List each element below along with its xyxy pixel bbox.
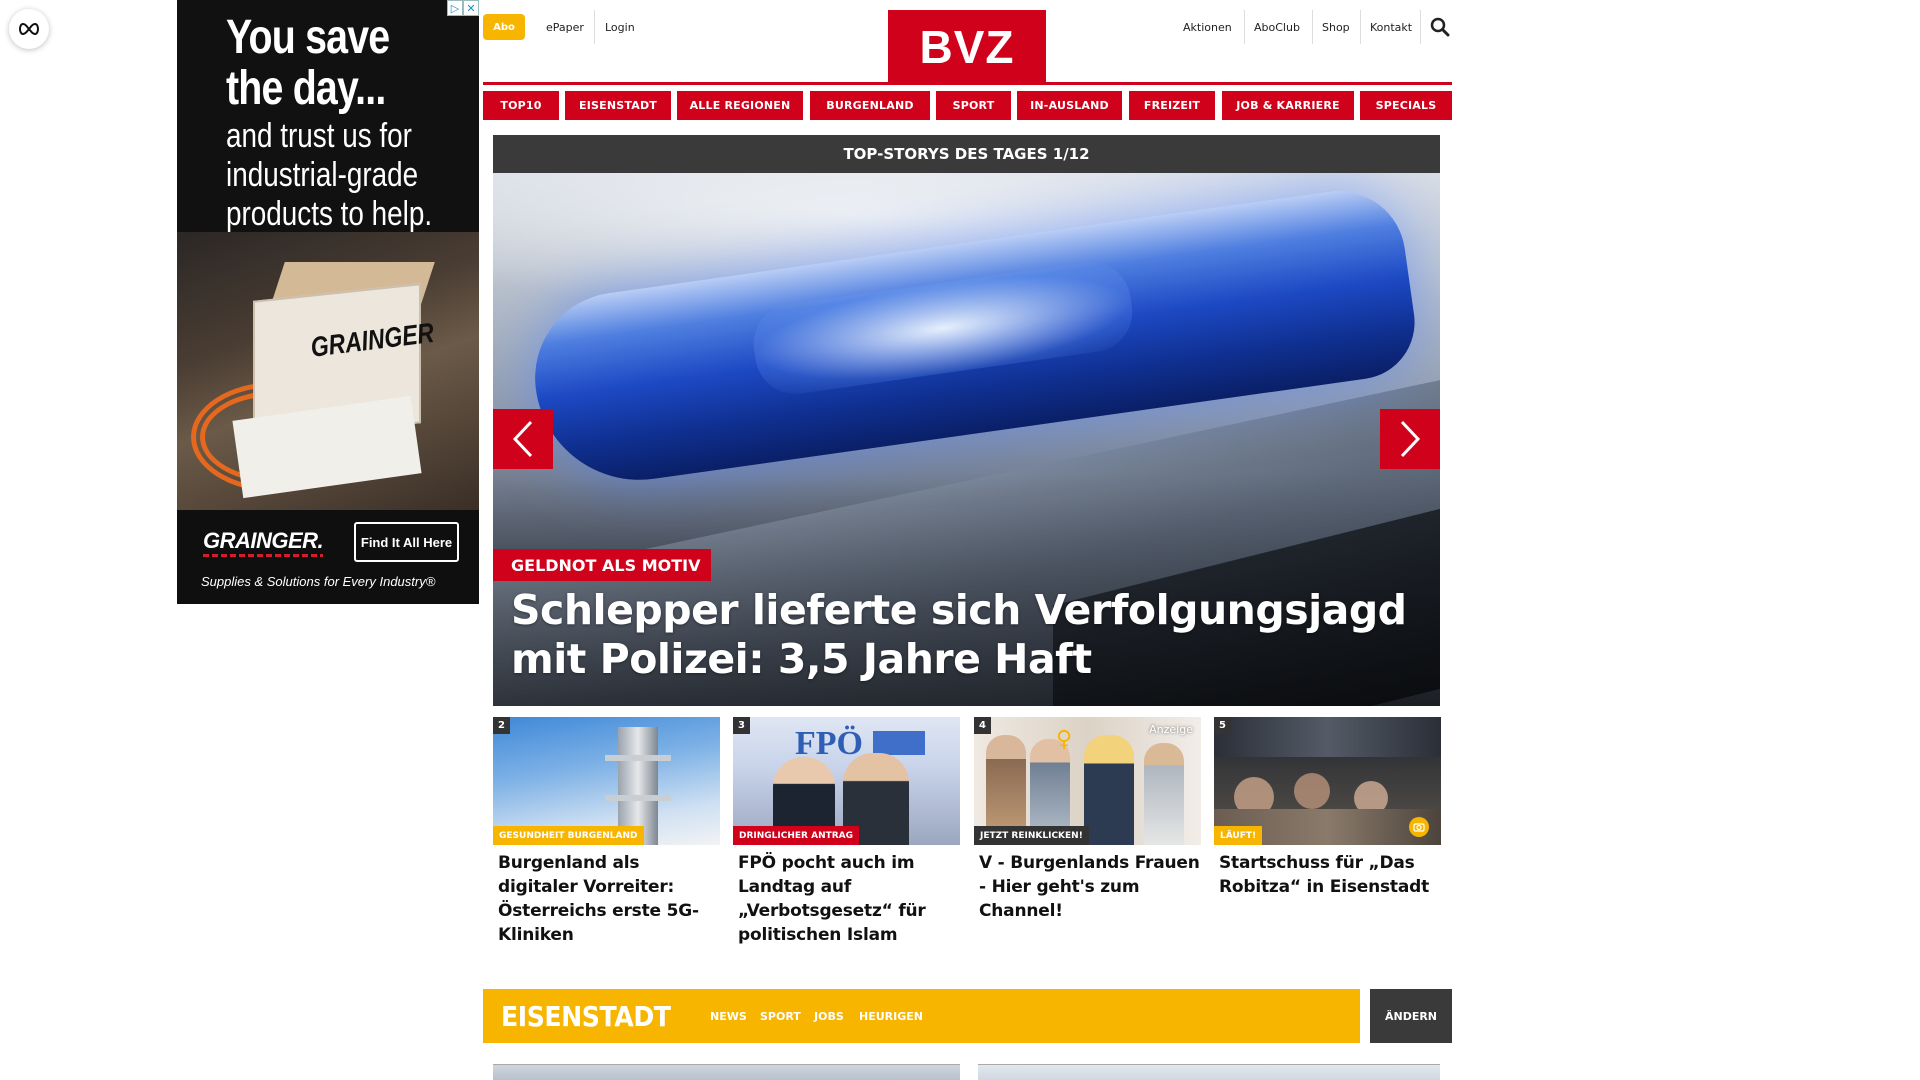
article-preview-image[interactable] [978,1064,1440,1080]
nav-item-sport[interactable]: SPORT [936,91,1011,120]
ad-brand-logo: GRAINGER. [203,528,324,553]
top-stories-title: TOP-STORYS DES TAGES 1/12 [493,135,1440,173]
aktionen-link[interactable]: Aktionen [1183,14,1232,40]
nav-item-in-ausland[interactable]: IN-AUSLAND [1017,91,1122,120]
teaser-card[interactable]: FPÖ 3 DRINGLICHER ANTRAG FPÖ pocht auch … [733,717,960,947]
nav-item-freizeit[interactable]: FREIZEIT [1129,91,1215,120]
nav-item-burgenland[interactable]: BURGENLAND [810,91,930,120]
ad-subline: and trust us for industrial-grade produc… [226,117,433,233]
teaser-rank: 2 [493,717,510,734]
nav-item-specials[interactable]: SPECIALS [1360,91,1452,120]
hero-kicker: GELDNOT ALS MOTIV [493,549,712,581]
region-link-jobs[interactable]: JOBS [814,989,844,1043]
region-bar: EISENSTADT NEWS SPORT JOBS HEURIGEN [483,989,1360,1043]
teaser-kicker: LÄUFT! [1214,826,1263,845]
teaser-kicker: DRINGLICHER ANTRAG [733,826,860,845]
teaser-image[interactable]: 5 LÄUFT! [1214,717,1441,845]
abo-button[interactable]: Abo [483,14,525,40]
ad-headline: You save the day... [226,11,390,115]
teaser-title[interactable]: V - Burgenlands Frauen - Hier geht's zum… [974,851,1201,923]
aboclub-link[interactable]: AboClub [1254,14,1300,40]
login-link[interactable]: Login [605,14,635,40]
region-link-sport[interactable]: SPORT [760,989,801,1043]
teaser-title[interactable]: Burgenland als digitaler Vorreiter: Öste… [493,851,720,947]
teaser-image[interactable]: 2 GESUNDHEIT BURGENLAND [493,717,720,845]
teaser-image[interactable]: ♀ Anzeige 4 JETZT REINKLICKEN! [974,717,1201,845]
teaser-rank: 5 [1214,717,1231,734]
site-logo[interactable]: BVZ [888,10,1046,84]
chevron-left-icon [512,420,533,458]
kontakt-link[interactable]: Kontakt [1370,14,1412,40]
search-icon [1430,17,1450,37]
epaper-link[interactable]: ePaper [546,14,584,40]
carousel-prev-button[interactable] [493,409,553,469]
teaser-card[interactable]: ♀ Anzeige 4 JETZT REINKLICKEN! V - Burge… [974,717,1201,923]
teaser-image[interactable]: FPÖ 3 DRINGLICHER ANTRAG [733,717,960,845]
search-button[interactable] [1428,15,1452,39]
ad-slogan: Supplies & Solutions for Every Industry® [201,574,436,589]
shop-link[interactable]: Shop [1322,14,1350,40]
teaser-rank: 3 [733,717,750,734]
nav-item-eisenstadt[interactable]: EISENSTADT [565,91,671,120]
teaser-title[interactable]: FPÖ pocht auch im Landtag auf „Verbotsge… [733,851,960,947]
ad-product-image: GRAINGER [177,232,479,510]
region-link-heurigen[interactable]: HEURIGEN [859,989,923,1043]
teaser-rank: 4 [974,717,991,734]
nav-item-top10[interactable]: TOP10 [483,91,559,120]
header-divider [483,82,1452,85]
ad-info-icon[interactable]: ▷ [447,0,463,16]
article-preview-image[interactable] [493,1064,960,1080]
ad-choices[interactable]: ▷ ✕ [447,0,479,16]
floating-link-button[interactable] [9,9,49,49]
ad-footer: GRAINGER. Find It All Here Supplies & So… [177,510,479,604]
female-symbol-icon: ♀ [1056,727,1073,752]
teaser-title[interactable]: Startschuss für „Das Robitza“ in Eisenst… [1214,851,1441,899]
infinity-link-icon [19,22,39,36]
nav-item-job-karriere[interactable]: JOB & KARRIERE [1222,91,1354,120]
ad-cta-button[interactable]: Find It All Here [354,522,459,562]
ad-close-icon[interactable]: ✕ [463,0,479,16]
region-link-news[interactable]: NEWS [710,989,747,1043]
teaser-card[interactable]: 2 GESUNDHEIT BURGENLAND Burgenland als d… [493,717,720,947]
ad-label: Anzeige [1149,723,1193,736]
region-name[interactable]: EISENSTADT [501,989,671,1043]
change-region-button[interactable]: ÄNDERN [1370,989,1452,1043]
carousel-next-button[interactable] [1380,409,1440,469]
teaser-kicker: JETZT REINKLICKEN! [974,826,1089,845]
chevron-right-icon [1400,420,1421,458]
nav-item-alle-regionen[interactable]: ALLE REGIONEN [677,91,803,120]
teaser-kicker: GESUNDHEIT BURGENLAND [493,826,644,845]
teaser-card[interactable]: 5 LÄUFT! Startschuss für „Das Robitza“ i… [1214,717,1441,899]
advertisement[interactable]: ▷ ✕ You save the day... and trust us for… [177,0,479,604]
hero-headline[interactable]: Schlepper lieferte sich Verfolgungsjagd … [511,586,1421,684]
camera-icon [1409,817,1429,837]
